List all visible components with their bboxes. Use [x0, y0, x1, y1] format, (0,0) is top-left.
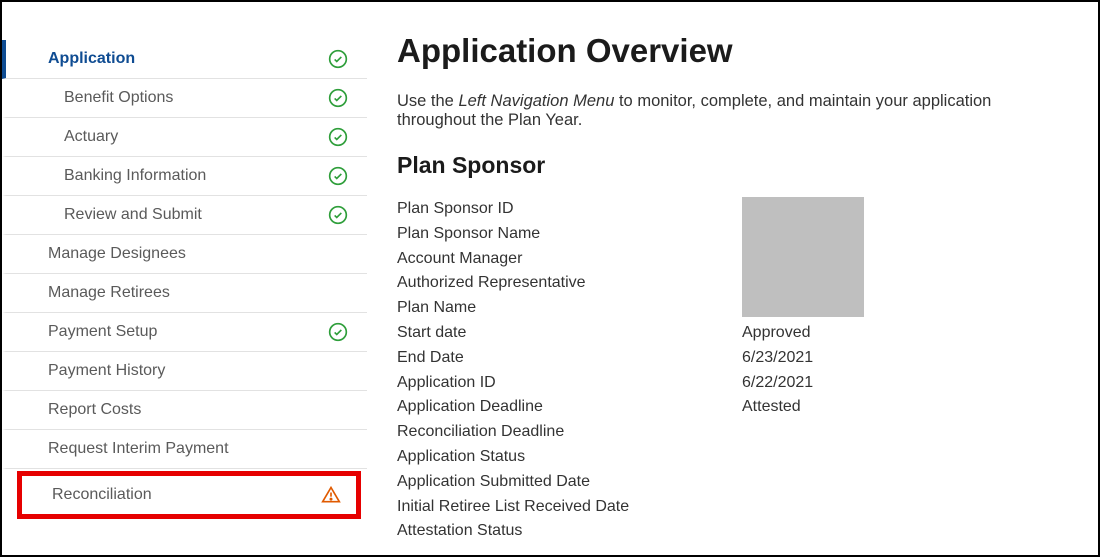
nav-item-manage-retirees[interactable]: Manage Retirees [2, 274, 367, 313]
check-circle-icon [327, 48, 349, 70]
field-value: 6/23/2021 [742, 346, 813, 371]
left-nav: Application Benefit Options Actuary [2, 2, 367, 555]
nav-item-request-interim-payment[interactable]: Request Interim Payment [2, 430, 367, 469]
blank-icon [327, 360, 349, 382]
redacted-block [742, 197, 864, 317]
nav-item-label: Request Interim Payment [48, 439, 229, 458]
field-label: Initial Retiree List Received Date [397, 495, 742, 520]
nav-item-actuary[interactable]: Actuary [2, 118, 367, 157]
nav-item-label: Review and Submit [64, 205, 202, 224]
field-label: End Date [397, 346, 742, 371]
nav-item-label: Manage Retirees [48, 283, 170, 302]
layout: Application Benefit Options Actuary [2, 2, 1098, 555]
nav-item-banking-information[interactable]: Banking Information [2, 157, 367, 196]
warning-triangle-icon [320, 484, 342, 506]
field-label: Attestation Status [397, 519, 742, 544]
field-value: 6/22/2021 [742, 371, 813, 396]
nav-item-label: Application [48, 49, 135, 68]
nav-item-application[interactable]: Application [2, 40, 367, 79]
field-label: Start date [397, 321, 742, 346]
field-label: Application Submitted Date [397, 470, 742, 495]
field-value: Approved [742, 321, 811, 346]
nav-item-review-submit[interactable]: Review and Submit [2, 196, 367, 235]
window-frame: Application Benefit Options Actuary [0, 0, 1100, 557]
highlight-annotation: Reconciliation [17, 471, 361, 519]
nav-item-label: Benefit Options [64, 88, 173, 107]
nav-item-benefit-options[interactable]: Benefit Options [2, 79, 367, 118]
nav-item-manage-designees[interactable]: Manage Designees [2, 235, 367, 274]
blank-icon [327, 243, 349, 265]
nav-item-report-costs[interactable]: Report Costs [2, 391, 367, 430]
nav-item-label: Manage Designees [48, 244, 186, 263]
nav-item-label: Reconciliation [52, 485, 152, 504]
field-label: Application Status [397, 445, 742, 470]
blank-icon [327, 399, 349, 421]
field-label: Plan Sponsor Name [397, 222, 742, 247]
field-label: Account Manager [397, 247, 742, 272]
nav-item-label: Payment Setup [48, 322, 157, 341]
check-circle-icon [327, 165, 349, 187]
blank-icon [327, 438, 349, 460]
page-title: Application Overview [397, 32, 1068, 70]
check-circle-icon [327, 204, 349, 226]
plan-sponsor-fields: Plan Sponsor ID Plan Sponsor Name Accoun… [397, 197, 1068, 544]
nav-item-payment-history[interactable]: Payment History [2, 352, 367, 391]
nav-item-label: Banking Information [64, 166, 206, 185]
section-heading-plan-sponsor: Plan Sponsor [397, 152, 1068, 179]
check-circle-icon [327, 126, 349, 148]
field-label: Plan Sponsor ID [397, 197, 742, 222]
field-label: Reconciliation Deadline [397, 420, 742, 445]
check-circle-icon [327, 321, 349, 343]
nav-item-payment-setup[interactable]: Payment Setup [2, 313, 367, 352]
blank-icon [327, 282, 349, 304]
nav-item-label: Actuary [64, 127, 118, 146]
check-circle-icon [327, 87, 349, 109]
intro-prefix: Use the [397, 92, 458, 110]
field-label: Plan Name [397, 296, 742, 321]
nav-item-label: Report Costs [48, 400, 141, 419]
main-content: Application Overview Use the Left Naviga… [367, 2, 1098, 555]
field-label: Application Deadline [397, 395, 742, 420]
field-label: Authorized Representative [397, 271, 742, 296]
nav-item-label: Payment History [48, 361, 165, 380]
intro-emphasis: Left Navigation Menu [458, 92, 614, 110]
field-label: Application ID [397, 371, 742, 396]
intro-text: Use the Left Navigation Menu to monitor,… [397, 92, 1068, 130]
field-value: Attested [742, 395, 801, 420]
nav-item-reconciliation[interactable]: Reconciliation [22, 476, 356, 514]
